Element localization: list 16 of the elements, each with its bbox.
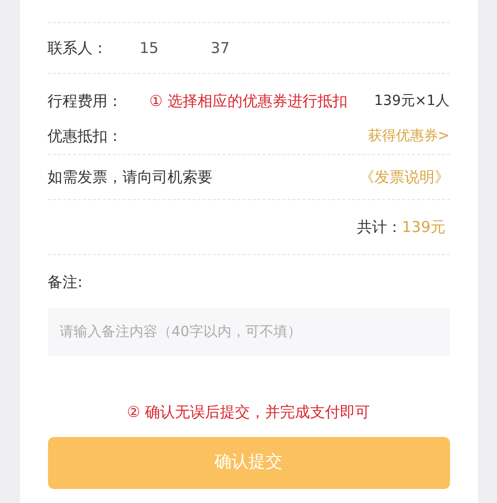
invoice-info-link[interactable]: 《发票说明》 <box>360 166 450 188</box>
submit-button[interactable]: 确认提交 <box>48 437 450 489</box>
annotation-text: ① 选择相应的优惠券进行抵扣 <box>149 90 348 112</box>
get-coupon-link[interactable]: 获得优惠券> <box>368 126 450 146</box>
fare-amount: 139元×1人 <box>374 92 450 110</box>
fare-label: 行程费用： <box>48 90 122 112</box>
total-label: 共计： <box>356 216 402 238</box>
annotation-text: ② 确认无误后提交，并完成支付即可 <box>126 402 370 422</box>
discount-label: 优惠抵扣： <box>48 126 122 147</box>
total-amount: 139元 <box>402 216 446 238</box>
phone-number-end: 37 <box>210 38 230 59</box>
phone-number-start: 15 <box>140 38 159 59</box>
remark-label: 备注: <box>48 272 83 293</box>
contact-label: 联系人： <box>48 38 108 59</box>
remark-input-field[interactable]: 请输入备注内容（40字以内，可不填） <box>48 308 450 356</box>
invoice-note: 如需发票，请向司机索要 <box>48 166 212 188</box>
